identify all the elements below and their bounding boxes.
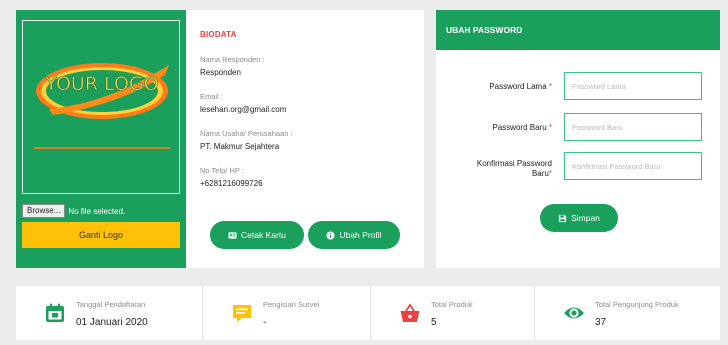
print-card-label: Cetak Kartu xyxy=(241,230,286,240)
new-password-input[interactable] xyxy=(564,113,702,141)
edit-profile-button[interactable]: Ubah Profil xyxy=(308,221,400,249)
stat-label: Total Produk xyxy=(431,300,473,309)
old-password-input[interactable] xyxy=(564,72,702,100)
stat-label: Total Pengunjung Produk xyxy=(595,300,679,309)
shopping-basket-icon xyxy=(400,303,420,322)
info-icon xyxy=(326,230,336,240)
browse-button[interactable]: Browse... xyxy=(22,204,66,218)
stat-value: 37 xyxy=(595,317,607,328)
confirm-password-input[interactable] xyxy=(564,152,702,180)
stats-bar: Tanggal Pendaftaran 01 Januari 2020 Peng… xyxy=(16,286,720,340)
field-label-name: Nama Responden : xyxy=(200,55,265,64)
id-card-icon xyxy=(228,231,237,240)
save-icon xyxy=(558,214,567,223)
new-password-label: Password Baru * xyxy=(492,123,552,132)
logo-preview: YOUR LOGO xyxy=(22,20,180,194)
logo-tagline xyxy=(29,142,175,154)
field-label-company: Nama Usaha/ Perusahaan : xyxy=(200,129,293,138)
survey-icon xyxy=(233,305,251,322)
field-label-phone: No Telp/ HP : xyxy=(200,166,244,175)
save-password-label: Simpan xyxy=(571,213,600,223)
file-status: No file selected. xyxy=(68,206,126,216)
calendar-icon xyxy=(46,303,64,322)
stat-label: Pengisian Survei xyxy=(263,300,320,309)
stat-value: 01 Januari 2020 xyxy=(76,317,148,328)
logo-file-input[interactable]: Browse... No file selected. xyxy=(22,202,125,220)
logo-panel: YOUR LOGO Browse... No file selected. Ga… xyxy=(16,10,186,268)
stat-value: 5 xyxy=(431,317,437,328)
company-logo: YOUR LOGO xyxy=(36,63,169,119)
eye-icon xyxy=(564,307,584,319)
confirm-password-label: Konfirmasi Password Baru* xyxy=(476,159,552,178)
change-password-header: UBAH PASSWORD xyxy=(436,10,720,50)
profile-card: YOUR LOGO Browse... No file selected. Ga… xyxy=(16,10,424,268)
svg-text:YOUR LOGO: YOUR LOGO xyxy=(44,73,158,95)
old-password-label: Password Lama * xyxy=(489,82,552,91)
field-value-email: lesehan.org@gmail.com xyxy=(200,105,287,114)
print-card-button[interactable]: Cetak Kartu xyxy=(210,221,304,249)
field-label-email: Email : xyxy=(200,92,223,101)
stat-product-visitors: Total Pengunjung Produk 37 xyxy=(534,286,720,340)
edit-profile-label: Ubah Profil xyxy=(339,230,382,240)
stat-value: - xyxy=(263,317,267,328)
field-value-company: PT. Makmur Sejahtera xyxy=(200,142,280,151)
stat-registration-date: Tanggal Pendaftaran 01 Januari 2020 xyxy=(16,286,202,340)
change-password-card: UBAH PASSWORD Password Lama * Password B… xyxy=(436,10,720,268)
stat-survey: Pengisian Survei - xyxy=(202,286,370,340)
stat-total-products: Total Produk 5 xyxy=(370,286,534,340)
field-value-phone: +6281216099726 xyxy=(200,179,263,188)
biodata-title: BIODATA xyxy=(200,30,237,39)
stat-label: Tanggal Pendaftaran xyxy=(76,300,146,309)
save-password-button[interactable]: Simpan xyxy=(540,204,618,232)
change-logo-button[interactable]: Ganti Logo xyxy=(22,222,180,248)
field-value-name: Responden xyxy=(200,68,241,77)
